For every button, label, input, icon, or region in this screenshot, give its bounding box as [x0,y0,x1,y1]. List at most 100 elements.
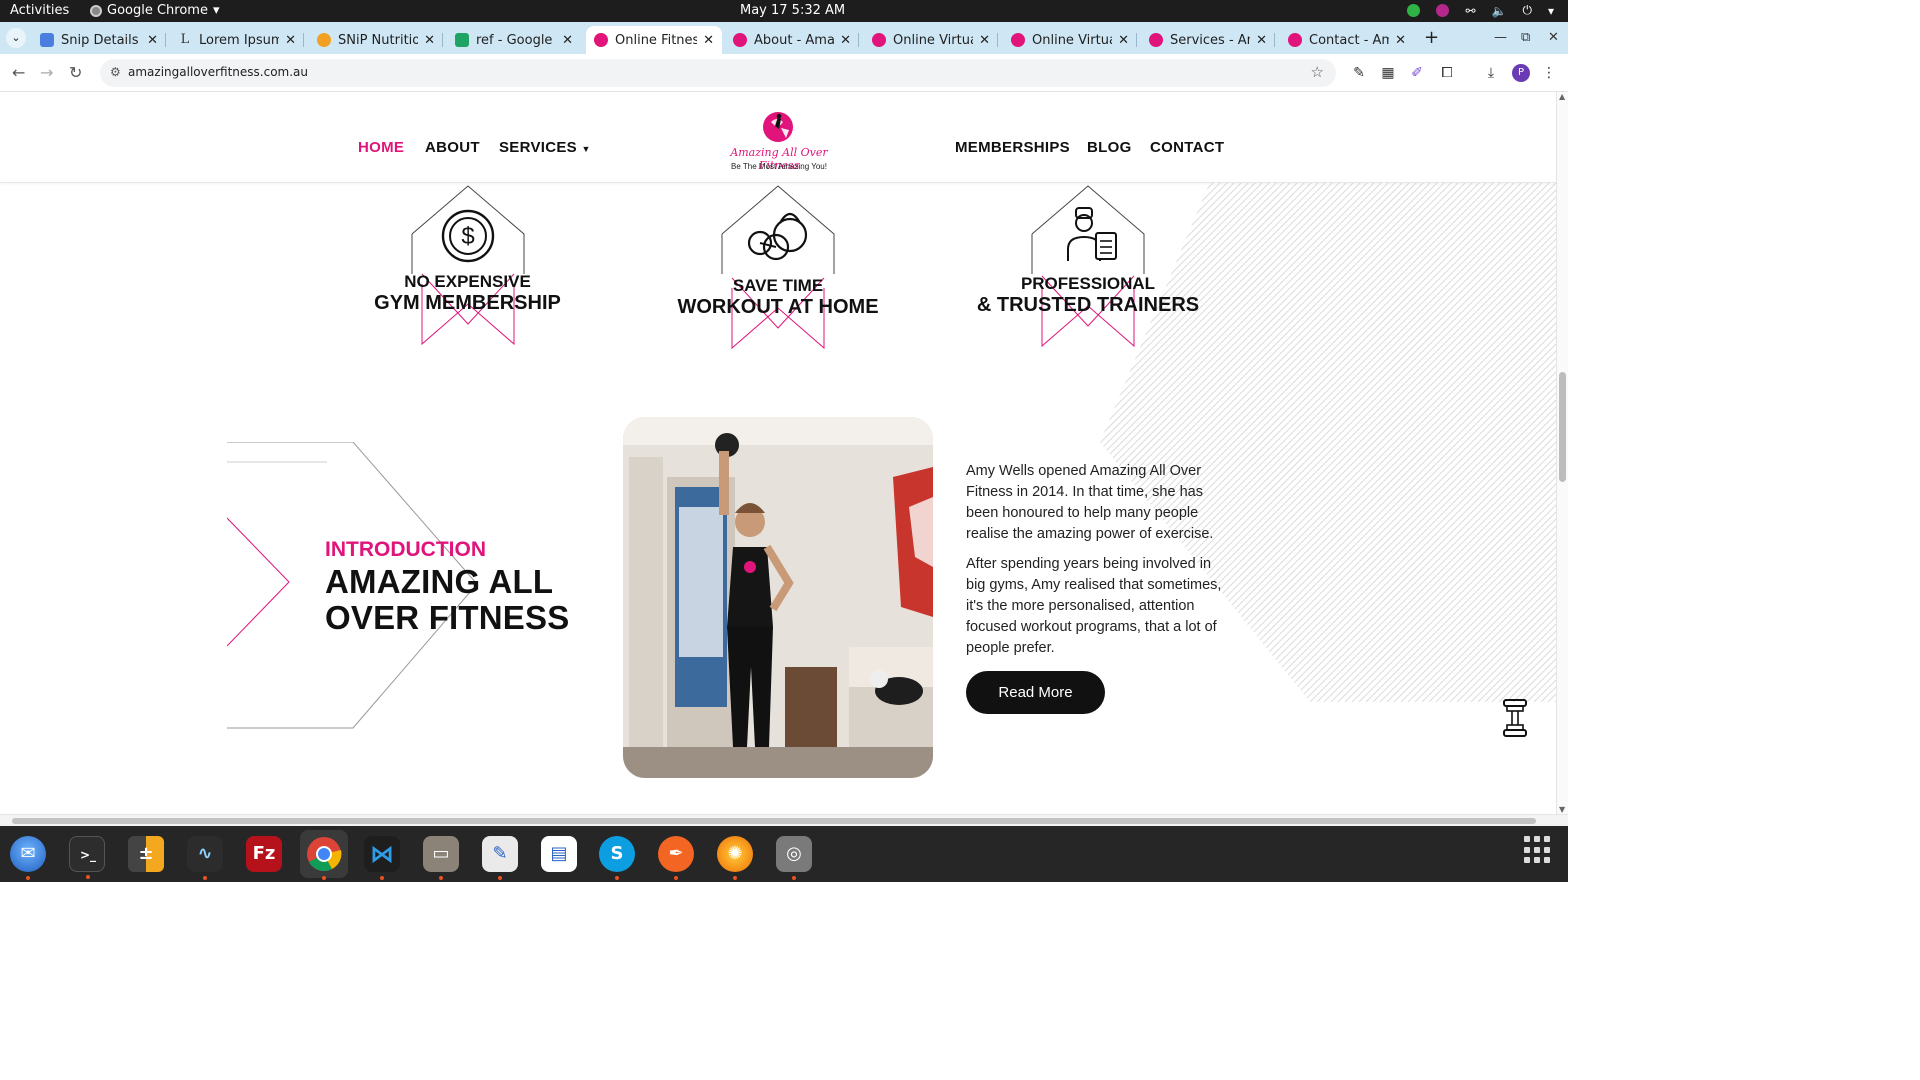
tab[interactable]: Services - Ama ✕ [1141,26,1275,54]
lorem-icon: L [180,32,190,47]
url-text[interactable]: amazingalloverfitness.com.au [128,65,308,79]
download-icon[interactable]: ⤓ [1483,65,1499,81]
nav-memberships[interactable]: MEMBERSHIPS [955,139,1070,156]
app-menu-label: Google Chrome [107,3,208,18]
pen-extension-icon[interactable]: ✐ [1409,65,1425,81]
activities-button[interactable]: Activities [10,3,69,18]
show-apps-grid-icon[interactable] [1524,836,1552,864]
feature-title: NO EXPENSIVE GYM MEMBERSHIP [360,272,575,315]
vertical-scrollbar[interactable]: ▲ ▼ [1556,92,1568,814]
dock-filezilla[interactable]: Fz [246,836,282,872]
new-tab-button[interactable]: + [1424,28,1439,48]
extensions-puzzle-icon[interactable]: ⧠ [1439,65,1455,81]
tab[interactable]: L Lorem Ipsum - ✕ [170,26,304,54]
feature-title: SAVE TIME WORKOUT AT HOME [668,276,888,319]
scroll-up-icon[interactable]: ▲ [1559,92,1565,101]
dumbbell-icon[interactable] [1502,698,1528,738]
intro-paragraph-1: Amy Wells opened Amazing All Over Fitnes… [966,463,1214,542]
close-window-icon[interactable]: ✕ [1548,30,1559,45]
close-icon[interactable]: ✕ [840,33,851,48]
power-icon[interactable]: ⏻ [1522,3,1532,18]
app-menu[interactable]: Google Chrome ▾ [90,3,220,18]
page-viewport: /* lines drawn below */ HOME ABOUT SERVI… [0,92,1556,814]
close-icon[interactable]: ✕ [1256,33,1267,48]
vscode-icon: ⋈ [370,840,394,868]
reload-icon[interactable]: ↻ [69,63,82,82]
tab-label: SNiP Nutrition [338,32,419,48]
tab[interactable]: Online Virtual ✕ [864,26,998,54]
scroll-thumb[interactable] [1559,372,1566,482]
caret-down-icon: ▼ [581,144,591,154]
dollar-coin-icon: $ [441,209,495,263]
nav-blog[interactable]: BLOG [1087,139,1132,156]
back-icon[interactable]: ← [12,63,25,82]
close-icon[interactable]: ✕ [1395,33,1406,48]
read-more-button[interactable]: Read More [966,671,1105,714]
calculator-icon: ± [128,836,164,872]
minimize-icon[interactable]: — [1494,30,1507,45]
menu-kebab-icon[interactable]: ⋮ [1541,65,1557,81]
site-header: HOME ABOUT SERVICES ▼ Amazing All Over F… [0,92,1556,183]
system-tray[interactable]: ⚯ 🔈 ⏻ ▾ [1407,3,1554,18]
tab-search-button[interactable]: ⌄ [6,28,26,48]
horizontal-scrollbar[interactable] [0,814,1568,826]
site-info-icon[interactable]: ⚙ [110,65,121,79]
update-status-icon[interactable] [1407,4,1421,17]
intro-title: AMAZING ALL OVER FITNESS [325,563,570,636]
close-icon[interactable]: ✕ [703,33,714,48]
tab[interactable]: Snip Details - C ✕ [32,26,166,54]
dock-calculator[interactable]: ± [128,836,164,872]
chrome-app-icon [90,4,102,17]
forward-icon[interactable]: → [40,63,53,82]
caret-down-icon[interactable]: ▾ [1548,4,1554,18]
tab[interactable]: Contact - Ama ✕ [1280,26,1414,54]
nav-about[interactable]: ABOUT [425,139,480,156]
close-icon[interactable]: ✕ [979,33,990,48]
dock-vscode[interactable]: ⋈ [364,836,400,880]
tab-label: Lorem Ipsum - [199,32,280,48]
nav-services[interactable]: SERVICES ▼ [499,139,591,156]
close-icon[interactable]: ✕ [562,33,573,48]
profile-avatar[interactable]: P [1512,64,1530,82]
close-icon[interactable]: ✕ [147,33,158,48]
dock-writer[interactable]: ▤ [541,836,577,872]
tab-label: ref - Google Sh [476,32,556,48]
dock-disks[interactable]: ◎ [776,836,812,880]
tab-active[interactable]: Online Fitness ✕ [586,26,722,54]
clock[interactable]: May 17 5:32 AM [740,3,845,18]
site-logo[interactable]: Amazing All Over Fitness Be The Most Ama… [714,110,844,176]
dock-pen-tool[interactable]: ✒ [658,836,694,880]
amazing-icon [872,33,886,47]
extension-status-icon[interactable] [1436,4,1450,17]
tab-strip: ⌄ Snip Details - C ✕ L Lorem Ipsum - ✕ S… [0,22,1568,54]
tab[interactable]: SNiP Nutrition ✕ [309,26,443,54]
tab[interactable]: ref - Google Sh ✕ [447,26,581,54]
dock-text-editor[interactable]: ✎ [482,836,518,880]
dock-skype[interactable]: S [599,836,635,880]
dock-terminal[interactable]: >_ [69,836,105,879]
trainer-photo-illustration [623,417,933,778]
close-icon[interactable]: ✕ [424,33,435,48]
address-bar[interactable]: ⚙ amazingalloverfitness.com.au ☆ [100,59,1336,87]
nav-home[interactable]: HOME [358,139,404,156]
dock: ✉ >_ ± ∿ Fz ⋈ ▭ ✎ ▤ S ✒ ✺ ◎ [0,826,1568,882]
close-icon[interactable]: ✕ [1118,33,1129,48]
network-icon[interactable]: ⚯ [1465,4,1475,18]
scroll-down-icon[interactable]: ▼ [1559,805,1565,814]
dock-chrome[interactable] [300,830,348,880]
scroll-thumb[interactable] [12,818,1536,824]
dock-firefox-dev[interactable]: ✺ [717,836,753,880]
dock-system-monitor[interactable]: ∿ [187,836,223,880]
dock-files[interactable]: ▭ [423,836,459,880]
eyedropper-extension-icon[interactable]: ✎ [1351,65,1367,81]
restore-icon[interactable]: ⧉ [1521,30,1530,45]
tab[interactable]: Online Virtual ✕ [1003,26,1137,54]
feature-line2: & TRUSTED TRAINERS [976,294,1200,316]
nav-contact[interactable]: CONTACT [1150,139,1224,156]
tab[interactable]: About - Amazi ✕ [725,26,859,54]
close-icon[interactable]: ✕ [285,33,296,48]
calendar-extension-icon[interactable]: ▦ [1380,65,1396,81]
bookmark-star-icon[interactable]: ☆ [1311,63,1324,81]
dock-thunderbird[interactable]: ✉ [10,836,46,880]
volume-icon[interactable]: 🔈 [1492,4,1507,18]
